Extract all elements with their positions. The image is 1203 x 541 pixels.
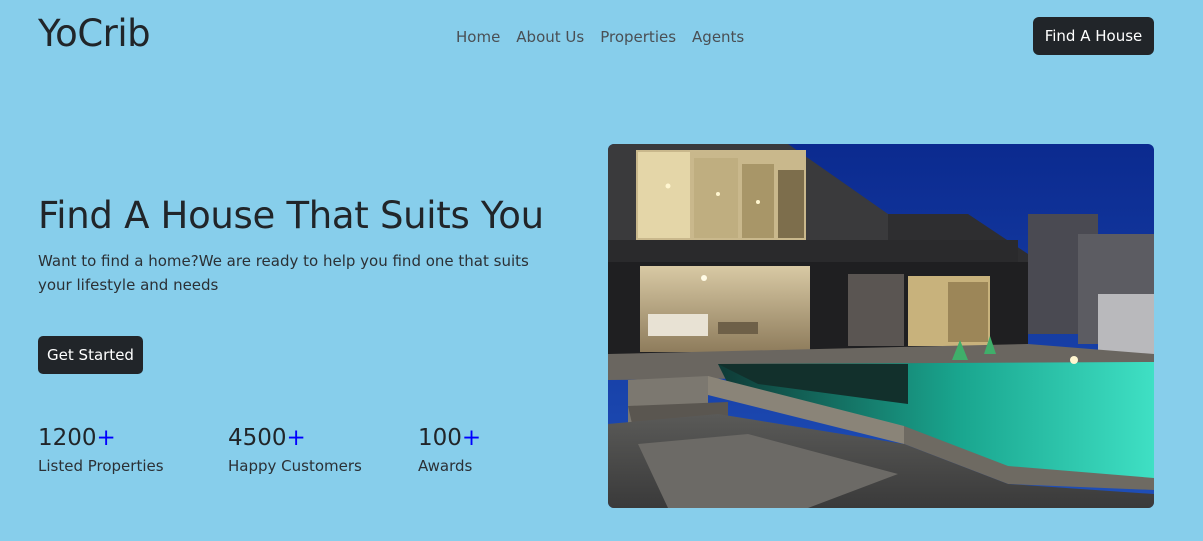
get-started-button[interactable]: Get Started	[38, 336, 143, 374]
main-nav: Home About Us Properties Agents	[448, 26, 752, 48]
hero-subtitle: Want to find a home?We are ready to help…	[38, 252, 529, 294]
stat-value: 1200	[38, 425, 97, 451]
stat-label: Happy Customers	[228, 457, 362, 475]
stat-value: 4500	[228, 425, 287, 451]
stat-plus: +	[461, 425, 482, 451]
nav-home[interactable]: Home	[448, 26, 508, 48]
stat-label: Listed Properties	[38, 457, 164, 475]
nav-about-us[interactable]: About Us	[508, 26, 592, 48]
nav-properties[interactable]: Properties	[592, 26, 684, 48]
hero-house-image	[608, 144, 1154, 508]
stat-awards: 100+ Awards	[418, 423, 481, 476]
stat-value: 100	[418, 425, 462, 451]
stat-listed-properties: 1200+ Listed Properties	[38, 423, 164, 476]
landing-page: YoCrib Home About Us Properties Agents F…	[0, 0, 1203, 541]
stat-plus: +	[96, 425, 116, 451]
stat-label: Awards	[418, 457, 473, 475]
brand-logo[interactable]: YoCrib	[38, 12, 151, 55]
stat-happy-customers: 4500+ Happy Customers	[228, 423, 362, 476]
find-a-house-button[interactable]: Find A House	[1033, 17, 1154, 55]
hero-title: Find A House That Suits You	[38, 194, 544, 237]
nav-agents[interactable]: Agents	[684, 26, 752, 48]
stat-plus: +	[286, 425, 306, 451]
